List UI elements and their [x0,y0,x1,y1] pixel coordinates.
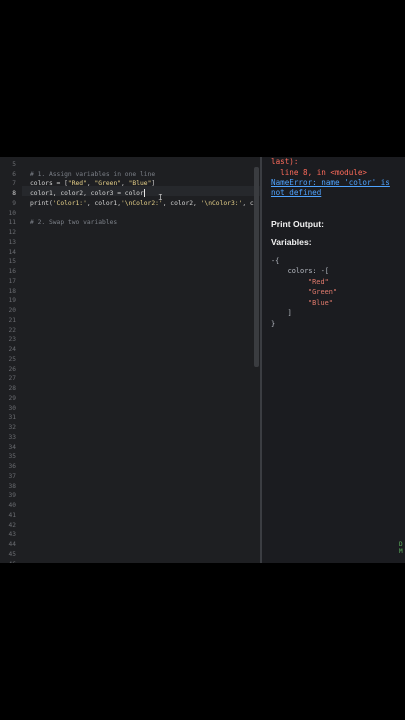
line-number: 12 [8,229,16,236]
line-number: 6 [12,170,16,178]
error-message-link[interactable]: not defined [271,188,321,199]
line-number: 24 [8,346,16,353]
error-trace-line: line 8, in <module> [271,168,368,177]
line-number: 20 [8,307,16,314]
code-token: print( [30,199,53,207]
print-output-heading: Print Output: [271,219,324,229]
variables-open-brace[interactable]: -{ [271,256,279,267]
code-token: , [121,180,129,188]
app-screen: 5 6 7 8 9 10 11 12 13 14 15 16 17 18 19 20 21 22 23 24 25 26 2… [0,157,405,563]
line-number: 42 [8,521,16,529]
editor-scrollbar[interactable] [254,167,259,367]
line-number: 16 [8,268,16,275]
string-token: 'Color1:' [52,199,87,207]
line-number: 19 [8,297,16,305]
line-number: 18 [8,287,16,295]
code-token: , c [242,199,254,207]
line-number: 7 [12,180,16,188]
code-line-7[interactable]: colors = ["Red", "Green", "Blue"] [30,179,155,189]
line-number: 28 [8,385,16,392]
line-number: 41 [8,511,16,519]
line-number: 13 [8,238,16,246]
line-number: 32 [8,424,16,431]
variables-close-list: ] [271,309,292,317]
error-message-link[interactable]: NameError: name 'color' is [271,178,390,189]
output-panel: last): line 8, in <module> NameError: na… [262,157,405,563]
line-number: 34 [8,443,16,451]
string-token: "Red" [67,180,87,188]
line-number: 38 [8,482,16,490]
status-mark: M [399,548,403,555]
line-number: 23 [8,336,16,344]
error-trace-line: last): [271,157,299,166]
variable-colors-key[interactable]: colors: -[ [271,266,330,277]
code-editor[interactable]: 5 6 7 8 9 10 11 12 13 14 15 16 17 18 19 20 21 22 23 24 25 26 2… [0,157,260,563]
code-token: colors = [ [30,180,68,188]
line-number: 22 [8,326,16,334]
variable-value: "Blue" [308,298,333,307]
line-number: 15 [8,258,16,266]
status-mark: D [399,541,403,548]
line-number: 9 [12,199,16,207]
mouse-ibeam-icon: I [158,193,163,202]
line-number: 36 [8,463,16,470]
line-number: 33 [8,433,16,441]
code-line-8[interactable]: color1, color2, color3 = color [30,189,145,199]
line-number: 35 [8,453,16,461]
string-token: '\nColor3:' [200,199,243,207]
line-number: 14 [8,248,16,256]
line-number: 26 [8,365,16,373]
string-token: "Blue" [128,180,152,188]
variable-value: "Red" [308,277,329,286]
line-number: 5 [12,160,16,168]
line-number: 17 [8,277,16,285]
text-cursor [143,189,145,197]
line-number: 39 [8,492,16,500]
string-token: "Green" [94,180,122,188]
string-token: '\nColor2:' [121,199,163,207]
code-line-9[interactable]: print('Color1:', color1,'\nColor2:', col… [30,199,254,209]
line-number: 25 [8,355,16,363]
code-token: ] [151,180,156,188]
line-number: 46 [0,560,16,564]
line-number: 30 [8,404,16,412]
variable-value: "Green" [308,288,338,296]
line-number: 21 [8,316,16,324]
code-token: , color2, [162,199,201,207]
line-number: 27 [8,375,16,383]
line-number: 11 [8,219,16,227]
code-token: , color1, [86,199,121,207]
variables-heading: Variables: [271,237,312,247]
line-number: 43 [8,531,16,539]
line-number-gutter: 5 6 7 8 9 10 11 12 13 14 15 16 17 18 19 20 21 22 23 24 25 26 2… [0,157,22,563]
line-number: 29 [8,394,16,402]
line-number: 45 [8,550,16,558]
line-number: 37 [8,472,16,480]
code-line-6[interactable]: # 1. Assign variables in one line [30,170,155,180]
line-number: 8 [12,190,16,197]
line-number: 10 [8,209,16,217]
code-line-11[interactable]: # 2. Swap two variables [30,218,117,228]
code-token: color1, color2, color3 = color [30,190,144,197]
variables-close-brace: } [271,319,276,328]
line-number: 44 [8,541,16,548]
line-number: 40 [8,502,16,509]
line-number: 31 [8,414,16,422]
